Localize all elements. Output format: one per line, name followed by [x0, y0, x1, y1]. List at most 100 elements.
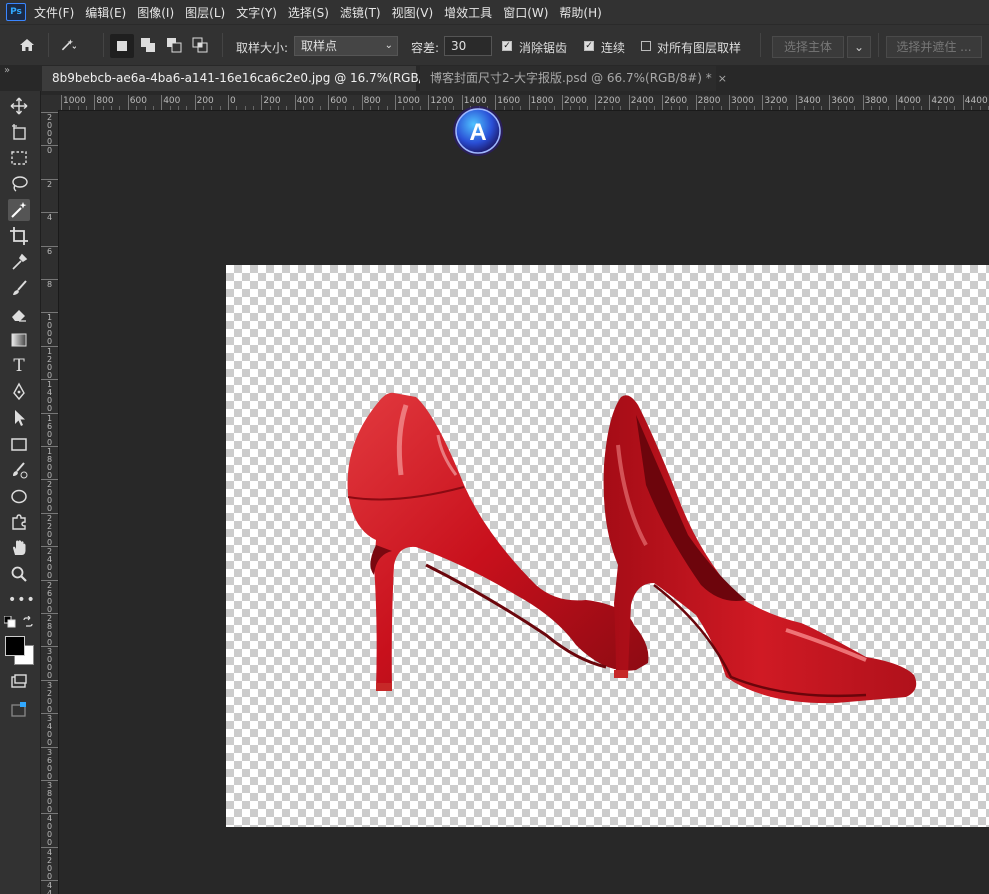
ruler-minor-tick [603, 106, 605, 110]
ruler-minor-tick [845, 106, 847, 110]
zoom-tool-icon[interactable] [8, 563, 30, 585]
select-subject-dropdown[interactable]: ⌄ [847, 36, 871, 58]
artboard-tool-icon[interactable] [8, 121, 30, 143]
hand-tool-icon[interactable] [8, 537, 30, 559]
ruler-minor-tick [687, 106, 689, 110]
collapse-panels-icon[interactable]: » [4, 65, 10, 76]
path-selection-tool-icon[interactable] [8, 407, 30, 429]
ruler-tick [328, 95, 330, 110]
contiguous-checkbox[interactable]: ✓ [584, 41, 594, 51]
tolerance-input[interactable]: 30 [444, 36, 492, 56]
crop-tool-icon[interactable] [8, 225, 30, 247]
foreground-color-swatch[interactable] [5, 636, 25, 656]
type-tool-icon[interactable]: T [8, 355, 30, 377]
ruler-minor-tick [653, 106, 655, 110]
ruler-minor-tick [536, 106, 538, 110]
ruler-label: 1000 [63, 96, 86, 106]
ruler-minor-tick [645, 106, 647, 110]
magic-wand-tool[interactable] [8, 199, 30, 221]
all-layers-checkbox[interactable] [641, 41, 651, 51]
ruler-minor-tick [921, 106, 923, 110]
magic-wand-preset-icon[interactable] [60, 37, 76, 53]
ruler-label: 200 [263, 96, 281, 106]
ruler-label: 1400 [47, 380, 53, 414]
menu-image[interactable]: 图像(I) [137, 4, 174, 21]
ruler-tick [41, 512, 58, 514]
ruler-minor-tick [144, 106, 146, 110]
ruler-minor-tick [102, 106, 104, 110]
select-and-mask-button[interactable]: 选择并遮住 ... [886, 36, 982, 58]
ruler-minor-tick [820, 106, 822, 110]
eyedropper-tool-icon[interactable] [8, 251, 30, 273]
screen-mode-icon[interactable] [8, 699, 30, 721]
menu-help[interactable]: 帮助(H) [559, 4, 601, 21]
brush-tool-icon[interactable] [8, 277, 30, 299]
ruler-tick [41, 746, 58, 748]
move-tool-icon[interactable] [8, 95, 30, 117]
ruler-label: 2800 [47, 614, 53, 647]
ruler-minor-tick [186, 106, 188, 110]
subtract-selection-icon[interactable] [166, 37, 182, 53]
vertical-ruler[interactable]: 2000 0 2 4 6 8 1000 1200 1400 1600 1800 2000 2200 240… [41, 110, 59, 894]
menu-select[interactable]: 选择(S) [288, 4, 329, 21]
gradient-tool-icon[interactable] [8, 329, 30, 351]
menu-layer[interactable]: 图层(L) [185, 4, 225, 21]
add-selection-icon[interactable] [140, 37, 156, 53]
sample-size-select[interactable]: 取样点 ⌄ [294, 36, 398, 56]
menu-plugins[interactable]: 增效工具 [444, 4, 492, 21]
ruler-minor-tick [520, 106, 522, 110]
select-subject-button[interactable]: 选择主体 [772, 36, 844, 58]
ruler-minor-tick [386, 106, 388, 110]
menu-window[interactable]: 窗口(W) [503, 4, 548, 21]
tab-document-2[interactable]: 博客封面尺寸2-大字报版.psd @ 66.7%(RGB/8#) * × [420, 66, 727, 91]
close-icon[interactable]: × [718, 72, 727, 85]
ruler-minor-tick [111, 106, 113, 110]
tab-document-1[interactable]: 8b9bebcb-ae6a-4ba6-a141-16e16ca6c2e0.jpg… [42, 66, 460, 91]
ruler-label: 400 [163, 96, 181, 106]
floating-assistant-logo-icon[interactable]: A [452, 105, 504, 157]
menu-filter[interactable]: 滤镜(T) [340, 4, 381, 21]
ruler-tick [395, 95, 396, 110]
menu-view[interactable]: 视图(V) [392, 4, 434, 21]
ruler-label: 3200 [764, 96, 788, 106]
ruler-tick [795, 95, 797, 110]
antialias-checkbox[interactable]: ✓ [502, 41, 512, 51]
horizontal-ruler[interactable]: 1000 800 600 400 200 0 200 400 600 800 1000 1200 140… [59, 95, 989, 111]
ruler-tick [41, 646, 58, 648]
ruler-minor-tick [445, 106, 447, 110]
ruler-minor-tick [937, 106, 939, 110]
color-replacement-tool-icon[interactable] [8, 459, 30, 481]
ruler-minor-tick [879, 106, 881, 110]
lasso-tool-icon[interactable] [8, 173, 30, 195]
home-icon[interactable] [19, 37, 35, 53]
ellipse-tool-icon[interactable] [8, 485, 30, 507]
ruler-tick [228, 95, 229, 110]
new-selection-button[interactable] [110, 34, 134, 58]
rectangle-tool-icon[interactable] [8, 433, 30, 455]
ruler-label: 4000 [898, 96, 921, 106]
quick-mask-icon[interactable] [8, 671, 30, 693]
ruler-minor-tick [620, 106, 622, 110]
intersect-selection-icon[interactable] [192, 37, 208, 53]
ruler-tick [428, 95, 430, 110]
ruler-label: 4000 [47, 814, 53, 848]
eraser-tool-icon[interactable] [8, 303, 30, 325]
more-tools-icon[interactable]: ••• [8, 589, 35, 611]
pen-tool-icon[interactable] [8, 381, 30, 403]
menu-edit[interactable]: 编辑(E) [85, 4, 126, 21]
antialias-label: 消除锯齿 [519, 41, 568, 55]
ruler-tick [41, 178, 58, 180]
ruler-minor-tick [587, 106, 589, 110]
ruler-label: 2200 [47, 513, 53, 547]
swap-colors-icon[interactable] [22, 616, 34, 628]
ruler-minor-tick [344, 106, 346, 110]
puzzle-tool-icon[interactable] [8, 511, 30, 533]
document-canvas-transparent[interactable] [226, 265, 989, 827]
menu-file[interactable]: 文件(F) [34, 4, 74, 21]
ruler-label: 4 [47, 213, 53, 223]
marquee-tool-icon[interactable] [8, 147, 30, 169]
default-colors-icon[interactable] [4, 616, 16, 628]
menu-type[interactable]: 文字(Y) [236, 4, 277, 21]
ruler-minor-tick [637, 106, 639, 110]
ruler-label: 800 [96, 96, 114, 106]
